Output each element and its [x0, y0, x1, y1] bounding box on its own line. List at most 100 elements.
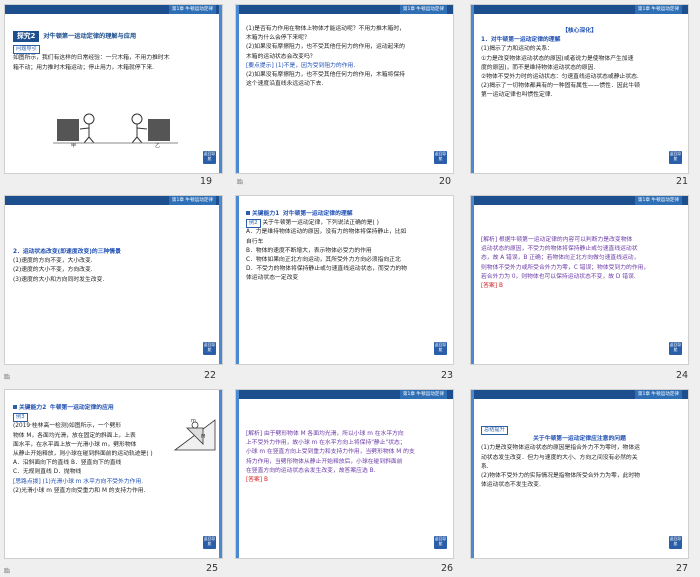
figure-label: 乙 [155, 143, 161, 149]
slide-27[interactable]: 第1章 牛顿运动定律 总结提升 关于牛顿第一运动定律应注意的问题 (1)力是改变… [470, 389, 689, 559]
ability-tag: 关键能力2 [19, 405, 47, 411]
answer-line: [答案] B [481, 283, 503, 290]
chapter-tag: 第1章 牛顿运动定律 [634, 390, 682, 399]
slide-number: 24 [676, 370, 689, 381]
chapter-tag: 第1章 牛顿运动定律 [399, 390, 447, 399]
slide-text-line: (1)速度的方向不变，大小改变. [13, 258, 93, 265]
row-marker: 跆 [4, 374, 11, 381]
explore-title: 对牛顿第一运动定律的理解与应用 [43, 33, 137, 40]
slide-header-bar: 第1章 牛顿运动定律 [5, 5, 222, 14]
slide-text-line: A．沿斜面向下的直线 B．竖直向下的直线 [13, 460, 122, 467]
return-navigation-button[interactable]: 返回导航 [203, 151, 216, 164]
slide-header-bar: 第1章 牛顿运动定律 [471, 196, 688, 205]
slide-text-line: (2)速度的大小不变，方向改变. [13, 267, 93, 274]
side-stripe [219, 390, 222, 558]
slide-text-line: 这个速度沿直线永远运动下去. [246, 81, 324, 88]
return-navigation-button[interactable]: 返回导航 [669, 536, 682, 549]
bullet-icon [13, 405, 17, 409]
row-marker: 跆 [4, 568, 11, 575]
slide-text-line: 上不受外力作用，故小球 m 在水平方向上将保持"静止"状态； [246, 440, 406, 447]
side-stripe [219, 5, 222, 173]
slide-text-line: 箱不动；用力推时木箱运动；停止用力，木箱就停下来. [13, 64, 154, 71]
core-heading: 【核心深化】 [562, 28, 597, 34]
slide-text-line: [思路点拨] (1)光滑小球 m 水平方向不受外力作用. [13, 478, 144, 485]
return-navigation-button[interactable]: 返回导航 [434, 536, 447, 549]
slide-text-line: ①力是改变物体运动状态的原因(或者说力是使物体产生加速 [481, 55, 634, 62]
slide-20[interactable]: 第1章 牛顿运动定律 (1)是否有力作用在物体上物体才能运动呢？不用力推木箱时，… [235, 4, 454, 174]
slide-text-line: A．力是维持物体运动的原因，没有力的物体将保持静止，比如 [246, 229, 407, 236]
slide-text-line: (1)是否有力作用在物体上物体才能运动呢？不用力推木箱时， [246, 26, 405, 32]
slide-text-line: 关于牛顿第一运动定律，下列说法正确的是( ) [262, 220, 379, 227]
example-tag: 例2 [246, 219, 261, 229]
slide-number: 21 [676, 176, 689, 187]
return-navigation-button[interactable]: 返回导航 [434, 151, 447, 164]
ability-heading: 关键能力2 牛顿第一运动定律的应用 [13, 404, 212, 413]
slide-text-line: (2)如果没有摩擦阻力，也不受其他任何力的作用，运动起来的 [246, 44, 405, 51]
slide-header-bar: 第1章 牛顿运动定律 [236, 390, 453, 399]
slide-23[interactable]: 关键能力1 对牛顿第一运动定律的理解 例2 关于牛顿第一运动定律，下列说法正确的… [235, 195, 454, 365]
slide-21[interactable]: 第1章 牛顿运动定律 【核心深化】 1．对牛顿第一运动定律的理解 (1)揭示了力… [470, 4, 689, 174]
slide-text-line: 2．运动状态改变(即速度改变)的三种情景 [13, 249, 121, 255]
slide-text-line: 运动状态的原因，不受力的物体将保持静止或匀速直线运动状 [481, 246, 638, 253]
side-stripe [236, 390, 239, 558]
return-navigation-button[interactable]: 返回导航 [434, 342, 447, 355]
slide-text-line: 若合外力为 0，则物体也可以保持运动状态不变，故 D 错误. [481, 273, 636, 280]
side-stripe [236, 5, 239, 173]
side-stripe [471, 5, 474, 173]
slide-19[interactable]: 第1章 牛顿运动定律 探究2 对牛顿第一运动定律的理解与应用 问题导引 如图所示，… [4, 4, 223, 174]
slide-text-line: C．无规则直线 D．抛物线 [13, 469, 82, 476]
summary-heading: 关于牛顿第一运动定律应注意的问题 [533, 436, 626, 443]
slide-text-line: B．物体的速度不断增大，表示物体必受力的作用 [246, 247, 372, 254]
slide-number: 19 [200, 176, 213, 187]
chapter-tag: 第1章 牛顿运动定律 [168, 5, 216, 14]
slide-25[interactable]: 关键能力2 牛顿第一运动定律的应用 例3 (2019·桂林高一检测)如图所示，一… [4, 389, 223, 559]
slide-text-line: (2)物体不受外力的实际情况是指物体所受合外力为零，此时物 [481, 473, 640, 480]
slide-number: 26 [441, 563, 454, 574]
slide-text-line: 木箱为什么会停下来呢？ [246, 35, 310, 42]
ability-title: 对牛顿第一运动定律的理解 [282, 211, 353, 217]
slide-24[interactable]: 第1章 牛顿运动定律 [解析] 根据牛顿第一运动定律的内容可以判断力是改变物体 … [470, 195, 689, 365]
slide-text-line: (2)如果没有摩擦阻力，也不受其他任何力的作用，木箱将保持 [246, 72, 405, 79]
slide-text-line: 体运动状态一定改变 [246, 275, 299, 282]
summary-tag-row: 总结提升 [481, 426, 678, 435]
slide-number: 25 [206, 563, 219, 574]
chapter-tag: 第1章 牛顿运动定律 [634, 196, 682, 205]
return-navigation-button[interactable]: 返回导航 [669, 151, 682, 164]
return-navigation-button[interactable]: 返回导航 [203, 536, 216, 549]
slide-text-line: ②物体不受外力时的运动状态：匀速直线运动状态或静止状态. [481, 74, 639, 81]
slide-text-line: 自行车 [246, 238, 264, 245]
slide-text-line: 木箱的运动状态会改变吗？ [246, 53, 316, 60]
slide-header-bar: 第1章 牛顿运动定律 [236, 5, 453, 14]
slide-text-line: 如图所示，我们有这样的日常经验：一只木箱，不用力推时木 [13, 55, 170, 62]
side-stripe [236, 196, 239, 364]
return-navigation-button[interactable]: 返回导航 [203, 342, 216, 355]
guide-label-row: 问题导引 [13, 45, 212, 55]
slide-number: 27 [676, 563, 689, 574]
slide-text-line: [要点提示] (1)不是，因为受到阻力的作用. [246, 62, 356, 69]
section-title: 探究2 对牛顿第一运动定律的理解与应用 [13, 31, 212, 43]
box-icon [57, 119, 79, 141]
chapter-tag: 第1章 牛顿运动定律 [634, 5, 682, 14]
slide-number: 23 [441, 370, 454, 381]
chapter-tag: 第1章 牛顿运动定律 [168, 196, 216, 205]
slide-text-line: 体运动状态不发生改变. [481, 482, 541, 489]
chapter-tag: 第1章 牛顿运动定律 [399, 5, 447, 14]
slide-text-line: C．物体如果向正北方向运动，其所受外力方向必须指向正北 [246, 257, 401, 264]
ability-tag: 关键能力1 [252, 211, 280, 217]
figure-label: m [191, 418, 196, 424]
slide-26[interactable]: 第1章 牛顿运动定律 [解析] 由于劈形物体 M 各面均光滑，所以小球 m 在水… [235, 389, 454, 559]
slide-text-line: 小球 m 在竖直方向上受到重力和支持力作用，当劈形物体 M 的支 [246, 449, 415, 456]
return-navigation-button[interactable]: 返回导航 [669, 342, 682, 355]
slide-header-bar: 第1章 牛顿运动定律 [5, 196, 222, 205]
slide-number: 20 [439, 176, 452, 187]
slide-text-line: 度的原因)，而不是维持物体运动状态的原因. [481, 64, 596, 71]
slide-22[interactable]: 第1章 牛顿运动定律 2．运动状态改变(即速度改变)的三种情景 (1)速度的方向… [4, 195, 223, 365]
explore-tag: 探究2 [13, 31, 40, 43]
slide-number: 22 [204, 370, 217, 381]
example-tag: 例3 [13, 413, 28, 423]
slide-text-line: (2)揭示了一切物体都具有的一种固有属性——惯性．因此牛顿 [481, 83, 640, 90]
slide-text-line: (1)揭示了力和运动的关系： [481, 46, 553, 53]
summary-tag: 总结提升 [481, 426, 508, 435]
figure-label: M [201, 434, 206, 440]
slide-header-bar: 第1章 牛顿运动定律 [471, 5, 688, 14]
